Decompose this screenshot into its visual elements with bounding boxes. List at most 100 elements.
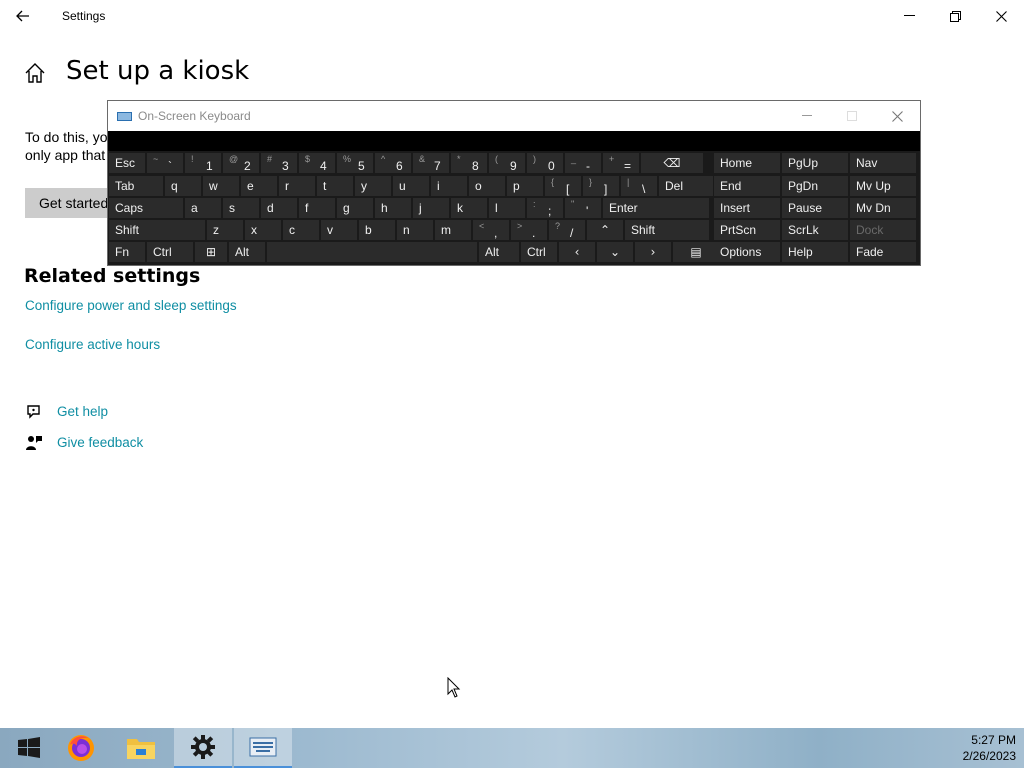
restore-button[interactable] (932, 0, 978, 32)
osk-key-symbol[interactable]: ) 0 (527, 153, 563, 173)
osk-key-symbol[interactable]: #3 (261, 153, 297, 173)
osk-key-z[interactable]: z (207, 220, 243, 240)
osk-key-e[interactable]: e (241, 176, 277, 196)
osk-key-pgdn[interactable]: PgDn (782, 176, 848, 196)
osk-key-tab[interactable]: Tab (109, 176, 163, 196)
osk-key-symbol[interactable]: ! 1 (185, 153, 221, 173)
osk-key-h[interactable]: h (375, 198, 411, 218)
osk-key-v[interactable]: v (321, 220, 357, 240)
osk-key-c[interactable]: c (283, 220, 319, 240)
osk-key-symbol[interactable]: & 7 (413, 153, 449, 173)
osk-key-o[interactable]: o (469, 176, 505, 196)
osk-key-icon[interactable]: ⌫ (641, 153, 703, 173)
osk-key-shift[interactable]: Shift (109, 220, 205, 240)
osk-key-symbol[interactable]: ~ ` (147, 153, 183, 173)
osk-key-i[interactable]: i (431, 176, 467, 196)
osk-key-r[interactable]: r (279, 176, 315, 196)
osk-key-fn[interactable]: Fn (109, 242, 145, 262)
osk-key-nav[interactable]: Nav (850, 153, 916, 173)
minimize-button[interactable] (886, 0, 932, 32)
osk-key-mv-up[interactable]: Mv Up (850, 176, 916, 196)
osk-key-a[interactable]: a (185, 198, 221, 218)
osk-key-end[interactable]: End (714, 176, 780, 196)
power-sleep-link[interactable]: Configure power and sleep settings (25, 298, 237, 313)
osk-key-caps[interactable]: Caps (109, 198, 183, 218)
osk-key-prtscn[interactable]: PrtScn (714, 220, 780, 240)
osk-key-symbol[interactable]: " ' (565, 198, 601, 218)
osk-key-symbol[interactable]: * 8 (451, 153, 487, 173)
osk-key-symbol[interactable]: + = (603, 153, 639, 173)
system-clock[interactable]: 5:27 PM 2/26/2023 (963, 732, 1016, 764)
osk-key-t[interactable]: t (317, 176, 353, 196)
osk-key-symbol[interactable]: $4 (299, 153, 335, 173)
osk-key-x[interactable]: x (245, 220, 281, 240)
osk-key-shift[interactable]: Shift (625, 220, 709, 240)
get-started-button[interactable]: Get started (25, 188, 109, 218)
osk-key-b[interactable]: b (359, 220, 395, 240)
osk-key-mv-dn[interactable]: Mv Dn (850, 198, 916, 218)
osk-key-enter[interactable]: Enter (603, 198, 709, 218)
osk-key-g[interactable]: g (337, 198, 373, 218)
osk-key-insert[interactable]: Insert (714, 198, 780, 218)
osk-key-symbol[interactable]: :; (527, 198, 563, 218)
osk-key-icon[interactable]: ‹ (559, 242, 595, 262)
osk-key-symbol[interactable]: ? / (549, 220, 585, 240)
taskbar-firefox[interactable] (52, 728, 110, 768)
osk-key-pause[interactable]: Pause (782, 198, 848, 218)
osk-maximize-button[interactable] (832, 101, 872, 131)
osk-key-icon[interactable]: ⌄ (597, 242, 633, 262)
back-button[interactable] (8, 2, 38, 30)
osk-key-dock[interactable]: Dock (850, 220, 916, 240)
osk-key-j[interactable]: j (413, 198, 449, 218)
osk-key-icon[interactable]: ⊞ (195, 242, 227, 262)
osk-key-l[interactable]: l (489, 198, 525, 218)
osk-key-symbol[interactable]: ^ 6 (375, 153, 411, 173)
osk-key-s[interactable]: s (223, 198, 259, 218)
osk-key-d[interactable]: d (261, 198, 297, 218)
osk-key-f[interactable]: f (299, 198, 335, 218)
osk-key-ctrl[interactable]: Ctrl (521, 242, 557, 262)
osk-close-button[interactable] (877, 101, 917, 131)
osk-key-m[interactable]: m (435, 220, 471, 240)
osk-key-ctrl[interactable]: Ctrl (147, 242, 193, 262)
osk-key-del[interactable]: Del (659, 176, 713, 196)
osk-key-k[interactable]: k (451, 198, 487, 218)
osk-key-alt[interactable]: Alt (479, 242, 519, 262)
osk-key-esc[interactable]: Esc (109, 153, 145, 173)
osk-titlebar[interactable]: On-Screen Keyboard (108, 101, 920, 131)
osk-key-icon[interactable]: › (635, 242, 671, 262)
get-help-link[interactable]: Get help (57, 404, 108, 419)
osk-key-symbol[interactable]: (9 (489, 153, 525, 173)
osk-key-symbol[interactable]: {[ (545, 176, 581, 196)
osk-key-n[interactable]: n (397, 220, 433, 240)
taskbar-settings[interactable] (174, 728, 232, 768)
osk-key-u[interactable]: u (393, 176, 429, 196)
osk-key-symbol[interactable]: >. (511, 220, 547, 240)
osk-key-pgup[interactable]: PgUp (782, 153, 848, 173)
active-hours-link[interactable]: Configure active hours (25, 337, 160, 352)
osk-key-q[interactable]: q (165, 176, 201, 196)
osk-key-icon[interactable]: ▤ (673, 242, 719, 262)
osk-key-symbol[interactable]: <, (473, 220, 509, 240)
osk-key-symbol[interactable]: _ - (565, 153, 601, 173)
osk-key-space[interactable] (267, 242, 477, 262)
osk-key-scrlk[interactable]: ScrLk (782, 220, 848, 240)
osk-key-symbol[interactable]: }] (583, 176, 619, 196)
osk-key-p[interactable]: p (507, 176, 543, 196)
osk-key-help[interactable]: Help (782, 242, 848, 262)
osk-key-y[interactable]: y (355, 176, 391, 196)
osk-key-home[interactable]: Home (714, 153, 780, 173)
osk-minimize-button[interactable] (787, 101, 827, 131)
osk-key-fade[interactable]: Fade (850, 242, 916, 262)
close-button[interactable] (978, 0, 1024, 32)
osk-key-symbol[interactable]: | \ (621, 176, 657, 196)
osk-key-icon[interactable]: ⌃ (587, 220, 623, 240)
taskbar-file-explorer[interactable] (112, 728, 170, 768)
give-feedback-link[interactable]: Give feedback (57, 435, 143, 450)
start-button[interactable] (0, 728, 58, 768)
osk-key-alt[interactable]: Alt (229, 242, 265, 262)
osk-key-options[interactable]: Options (714, 242, 780, 262)
osk-key-symbol[interactable]: @2 (223, 153, 259, 173)
osk-key-symbol[interactable]: % 5 (337, 153, 373, 173)
taskbar-on-screen-keyboard[interactable] (234, 728, 292, 768)
